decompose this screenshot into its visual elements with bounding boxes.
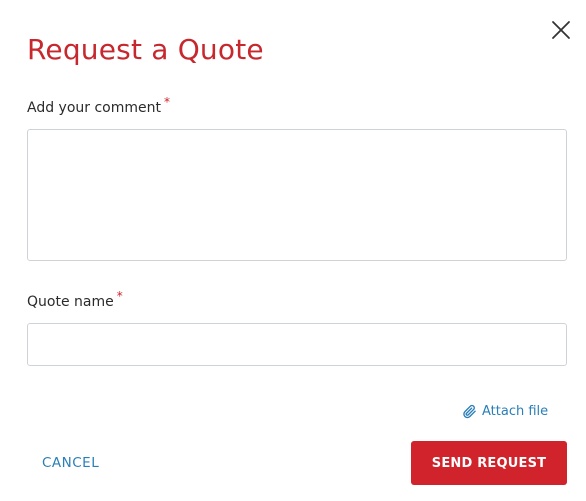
comment-label: Add your comment * xyxy=(27,95,170,118)
attach-file-label: Attach file xyxy=(482,403,549,419)
required-marker: * xyxy=(116,289,123,304)
close-button[interactable] xyxy=(549,18,573,42)
dialog-title: Request a Quote xyxy=(27,33,264,66)
attach-file-link[interactable]: Attach file xyxy=(462,402,548,420)
request-quote-dialog: Request a Quote Add your comment * Quote … xyxy=(0,0,586,501)
comment-label-text: Add your comment xyxy=(27,100,161,116)
quote-name-label-text: Quote name xyxy=(27,294,114,310)
quote-name-label: Quote name * xyxy=(27,289,123,312)
comment-textarea[interactable] xyxy=(27,129,567,261)
quote-name-input[interactable] xyxy=(27,323,567,366)
close-icon xyxy=(552,21,570,39)
send-request-button[interactable]: SEND REQUEST xyxy=(411,441,567,485)
required-marker: * xyxy=(164,95,170,110)
cancel-button[interactable]: CANCEL xyxy=(42,453,99,473)
paperclip-icon xyxy=(463,404,476,418)
